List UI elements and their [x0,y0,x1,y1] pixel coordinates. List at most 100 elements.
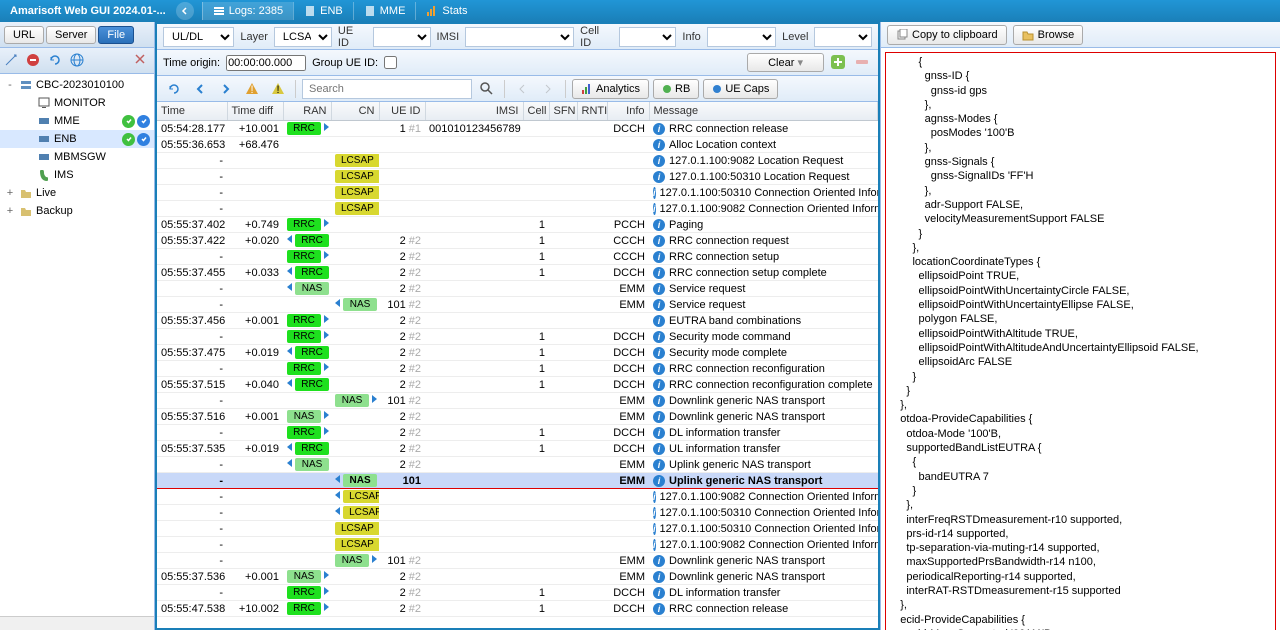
tree-toggle[interactable]: + [4,187,16,199]
log-row[interactable]: -RRC 2 #21DCCHi RRC connection reconfigu… [157,361,878,377]
wand-icon[interactable] [4,53,20,69]
cellid-select[interactable] [619,27,677,47]
log-row[interactable]: -LCSAP i 127.0.1.100:50310 Connection Or… [157,521,878,537]
add-filter-button[interactable] [830,54,848,72]
tree-node[interactable]: ENB [0,130,154,148]
log-row[interactable]: 05:55:47.538+10.002RRC 2 #21DCCHi RRC co… [157,601,878,617]
error-icon[interactable]: ! [267,78,289,100]
log-row[interactable]: 05:54:28.177+10.001RRC 1 #10010101234567… [157,121,878,137]
log-row[interactable]: 05:55:36.653+68.476i Alloc Location cont… [157,137,878,153]
ueid-select[interactable] [373,27,431,47]
layer-select[interactable]: LCSA [274,27,332,47]
sidebar-hscroll[interactable] [0,616,154,630]
go-prev-icon[interactable] [511,78,533,100]
url-button[interactable]: URL [4,26,44,44]
log-row[interactable]: 05:55:37.536+0.001NAS 2 #2EMMi Downlink … [157,569,878,585]
close-icon[interactable] [134,53,150,69]
log-row[interactable]: 05:55:37.422+0.020 RRC2 #21CCCHi RRC con… [157,233,878,249]
column-header[interactable]: IMSI [425,102,523,121]
info-icon: i [653,411,665,423]
column-header[interactable]: SFN [549,102,577,121]
log-row[interactable]: 05:55:37.515+0.040 RRC2 #21DCCHi RRC con… [157,377,878,393]
log-row[interactable]: -NAS 101 #2EMMi Downlink generic NAS tra… [157,553,878,569]
tree-node[interactable]: +Backup [0,202,154,220]
column-header[interactable]: Cell [523,102,549,121]
warning-icon[interactable]: ! [241,78,263,100]
title-tab[interactable]: MME [353,2,416,20]
server-button[interactable]: Server [46,26,96,44]
log-row[interactable]: 05:55:37.475+0.019 RRC2 #21DCCHi Securit… [157,345,878,361]
log-row[interactable]: -LCSAP i 127.0.1.100:9082 Location Reque… [157,153,878,169]
log-row[interactable]: 05:55:37.535+0.019 RRC2 #21DCCHi UL info… [157,441,878,457]
imsi-select[interactable] [465,27,574,47]
refresh-icon[interactable] [48,53,64,69]
log-row[interactable]: -LCSAP i 127.0.1.100:9082 Connection Ori… [157,537,878,553]
title-tab[interactable]: Stats [415,2,477,20]
nav-forward-icon[interactable] [215,78,237,100]
browse-button[interactable]: Browse [1013,25,1084,45]
column-header[interactable]: Time diff [227,102,283,121]
analytics-button[interactable]: Analytics [572,79,649,99]
remove-filter-button[interactable] [854,54,872,72]
search-input[interactable] [302,79,472,99]
log-row[interactable]: -RRC 2 #21DCCHi Security mode command [157,329,878,345]
tree-node[interactable]: +Live [0,184,154,202]
rb-button[interactable]: RB [653,79,699,99]
column-header[interactable]: Time [157,102,227,121]
tree-toggle[interactable]: - [4,79,16,91]
layer-label: Layer [240,31,268,43]
info-icon: i [653,299,665,311]
stop-icon[interactable] [26,53,42,69]
log-row[interactable]: 05:55:37.455+0.033 RRC2 #21DCCHi RRC con… [157,265,878,281]
info-select[interactable] [707,27,776,47]
uldl-select[interactable]: UL/DL [163,27,234,47]
time-origin-input[interactable] [226,55,306,71]
clear-button[interactable]: Clear ▾ [747,53,824,72]
tree-node[interactable]: MME [0,112,154,130]
file-button[interactable]: File [98,26,134,44]
level-select[interactable] [814,27,872,47]
nav-back-icon[interactable] [189,78,211,100]
column-header[interactable]: RAN [283,102,331,121]
log-row[interactable]: -NAS 101 #2EMMi Downlink generic NAS tra… [157,393,878,409]
log-row[interactable]: - NAS2 #2EMMi Uplink generic NAS transpo… [157,457,878,473]
tree-node[interactable]: IMS [0,166,154,184]
log-row[interactable]: -RRC 2 #21DCCHi DL information transfer [157,425,878,441]
back-button[interactable] [176,2,194,20]
log-row[interactable]: -LCSAP i 127.0.1.100:50310 Location Requ… [157,169,878,185]
log-row[interactable]: - NAS101 #2EMMi Service request [157,297,878,313]
log-row[interactable]: -RRC 2 #21DCCHi DL information transfer [157,585,878,601]
title-tab[interactable]: ENB [293,2,353,20]
column-header[interactable]: Message [649,102,878,121]
uecaps-button[interactable]: UE Caps [703,79,778,99]
tree-label: MBMSGW [54,151,150,163]
column-header[interactable]: CN [331,102,379,121]
title-tab[interactable]: Logs: 2385 [202,2,293,20]
log-row[interactable]: - NAS2 #2EMMi Service request [157,281,878,297]
tree-node[interactable]: MONITOR [0,94,154,112]
log-table-wrapper[interactable]: TimeTime diffRANCNUE IDIMSICellSFNRNTIIn… [157,102,878,628]
tree-node[interactable]: -CBC-2023010100 [0,76,154,94]
log-row[interactable]: - NAS101EMMi Uplink generic NAS transpor… [157,473,878,489]
log-row[interactable]: - LCSAPi 127.0.1.100:9082 Connection Ori… [157,489,878,505]
log-row[interactable]: -RRC 2 #21CCCHi RRC connection setup [157,249,878,265]
go-next-icon[interactable] [537,78,559,100]
column-header[interactable]: UE ID [379,102,425,121]
column-header[interactable]: RNTI [577,102,607,121]
globe-icon[interactable] [70,53,86,69]
log-row[interactable]: 05:55:37.456+0.001RRC 2 #2i EUTRA band c… [157,313,878,329]
log-row[interactable]: -LCSAP i 127.0.1.100:9082 Connection Ori… [157,201,878,217]
log-row[interactable]: -LCSAP i 127.0.1.100:50310 Connection Or… [157,185,878,201]
tree-toggle[interactable]: + [4,205,16,217]
search-button[interactable] [476,78,498,100]
log-row[interactable]: 05:55:37.402+0.749RRC 1PCCHi Paging [157,217,878,233]
doc-icon [304,5,316,17]
detail-content[interactable]: { gnss-ID { gnss-id gps }, agnss-Modes {… [881,48,1280,630]
log-row[interactable]: 05:55:37.516+0.001NAS 2 #2EMMi Downlink … [157,409,878,425]
log-row[interactable]: - LCSAPi 127.0.1.100:50310 Connection Or… [157,505,878,521]
group-ueid-checkbox[interactable] [384,56,397,69]
column-header[interactable]: Info [607,102,649,121]
tree-node[interactable]: MBMSGW [0,148,154,166]
reload-icon[interactable] [163,78,185,100]
copy-button[interactable]: Copy to clipboard [887,25,1007,45]
